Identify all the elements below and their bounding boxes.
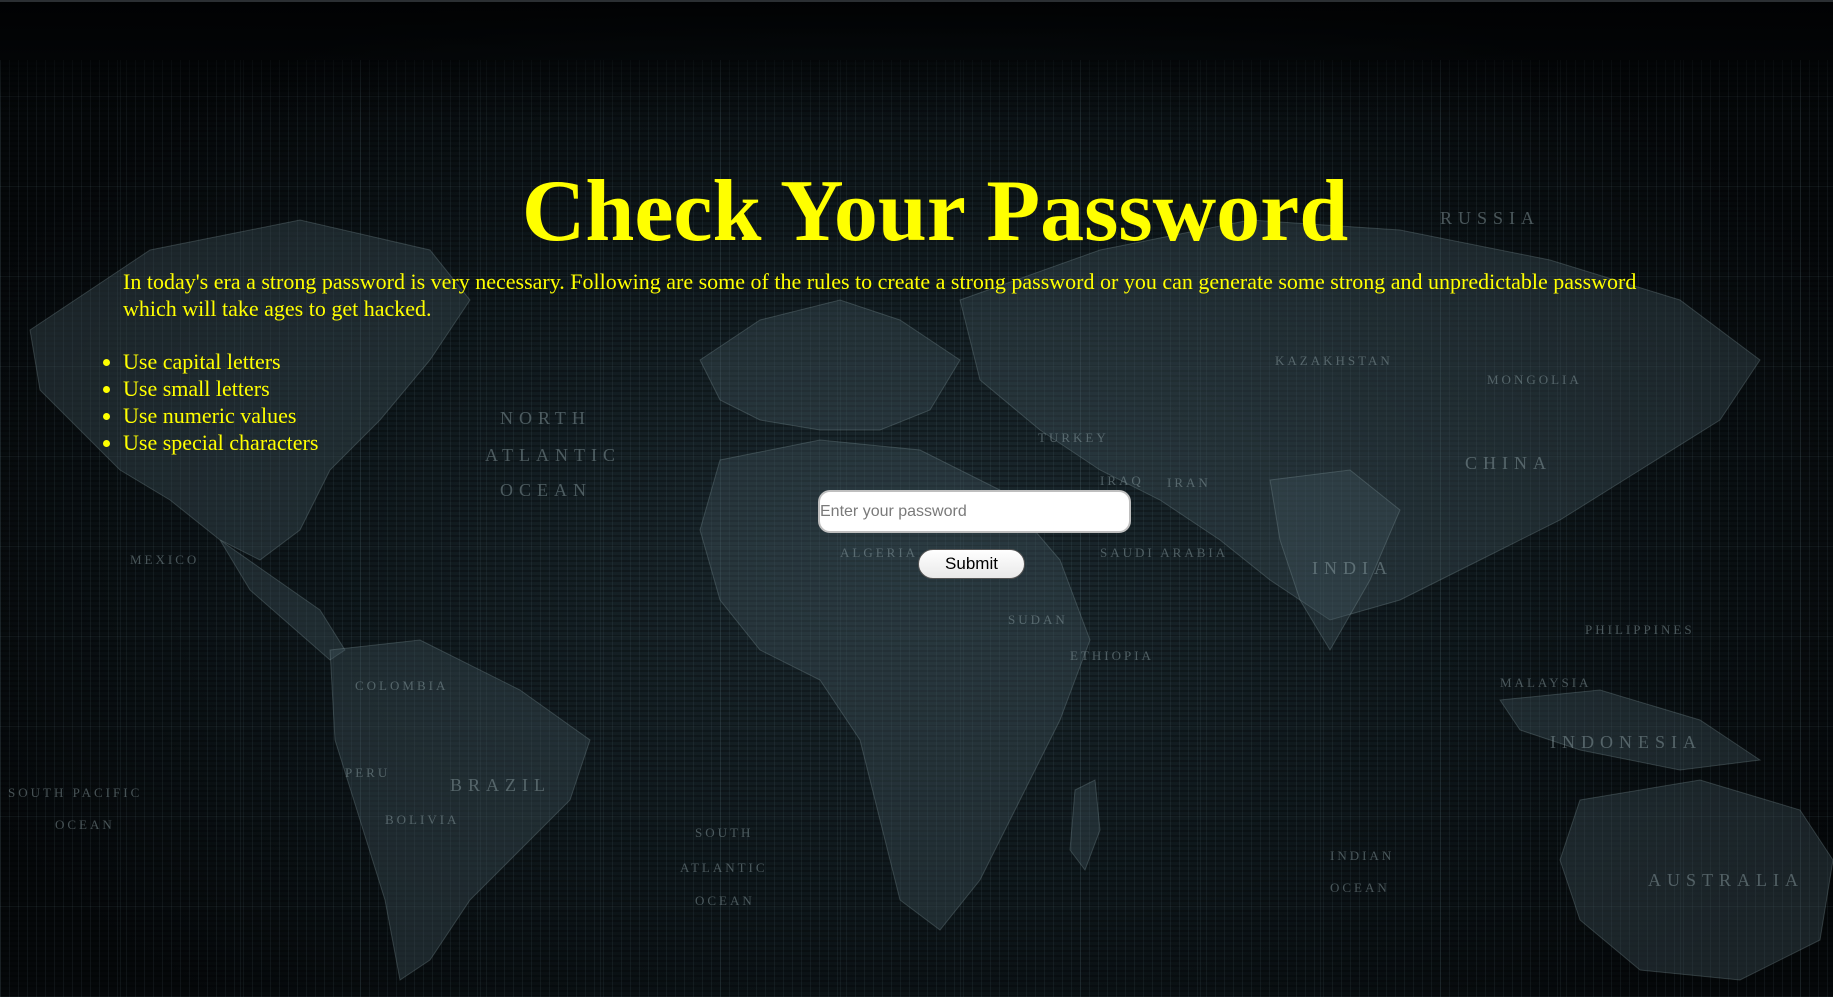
- map-label-china: CHINA: [1465, 453, 1552, 473]
- map-label-saudi-arabia: SAUDI ARABIA: [1100, 545, 1229, 560]
- map-label-south-pacific: SOUTH PACIFIC: [8, 785, 143, 800]
- submit-button[interactable]: Submit: [918, 549, 1025, 579]
- list-item: Use numeric values: [123, 402, 318, 429]
- top-dark-fade: [0, 0, 1833, 120]
- map-label-sudan: SUDAN: [1008, 612, 1068, 627]
- map-label-turkey: TURKEY: [1038, 430, 1109, 445]
- map-label-mexico: MEXICO: [130, 552, 200, 567]
- map-label-iraq: IRAQ: [1100, 473, 1144, 488]
- map-label-mongolia: MONGOLIA: [1487, 372, 1582, 387]
- map-label-ocean-pacific: OCEAN: [55, 817, 115, 832]
- map-label-india: INDIA: [1312, 558, 1393, 578]
- map-label-south: SOUTH: [695, 825, 754, 840]
- list-item: Use capital letters: [123, 348, 318, 375]
- map-label-iran: IRAN: [1167, 475, 1211, 490]
- map-label-indonesia: INDONESIA: [1550, 732, 1702, 752]
- password-rules-list: Use capital letters Use small letters Us…: [83, 348, 318, 456]
- list-item: Use special characters: [123, 429, 318, 456]
- intro-paragraph: In today's era a strong password is very…: [123, 269, 1637, 321]
- map-label-north: NORTH: [500, 408, 591, 428]
- map-label-philippines: PHILIPPINES: [1585, 622, 1695, 637]
- map-label-atlantic: ATLANTIC: [485, 445, 621, 465]
- map-label-colombia: COLOMBIA: [355, 678, 449, 693]
- map-label-indian: INDIAN: [1330, 848, 1395, 863]
- map-label-ocean-indian: OCEAN: [1330, 880, 1390, 895]
- password-input[interactable]: [818, 490, 1131, 533]
- map-label-peru: PERU: [345, 765, 391, 780]
- map-label-algeria: ALGERIA: [840, 545, 919, 560]
- page-background: RUSSIA NORTH ATLANTIC OCEAN CHINA MONGOL…: [0, 0, 1833, 997]
- map-label-kazakhstan: KAZAKHSTAN: [1275, 353, 1393, 368]
- map-label-malaysia: MALAYSIA: [1500, 675, 1592, 690]
- top-border-line: [0, 0, 1833, 2]
- list-item: Use small letters: [123, 375, 318, 402]
- map-label-atlantic-south: ATLANTIC: [680, 860, 768, 875]
- map-label-bolivia: BOLIVIA: [385, 812, 460, 827]
- map-label-brazil: BRAZIL: [450, 775, 551, 795]
- map-label-ocean: OCEAN: [500, 480, 592, 500]
- map-label-australia: AUSTRALIA: [1648, 870, 1804, 890]
- map-label-ethiopia: ETHIOPIA: [1070, 648, 1154, 663]
- map-label-ocean-south: OCEAN: [695, 893, 755, 908]
- page-title: Check Your Password: [521, 163, 1349, 260]
